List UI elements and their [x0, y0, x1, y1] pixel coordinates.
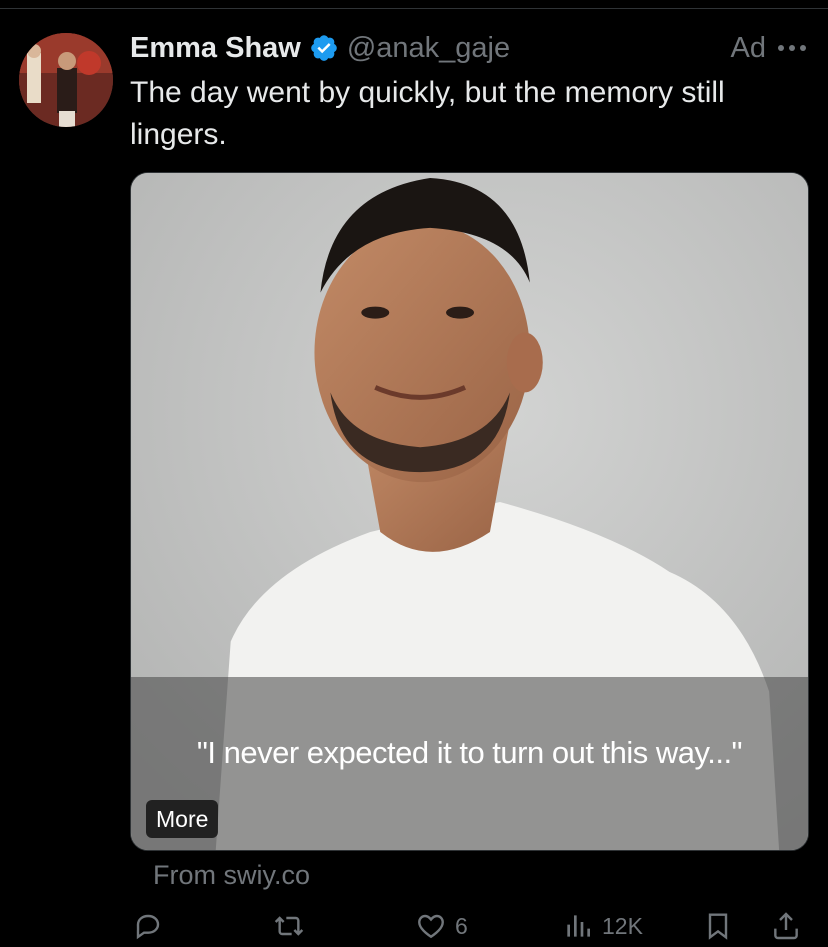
- views-button[interactable]: 12K: [562, 910, 643, 942]
- more-dots-icon[interactable]: [776, 43, 808, 53]
- views-count: 12K: [602, 912, 643, 939]
- action-bar: 6 12K: [130, 910, 810, 947]
- verified-badge-icon: [311, 35, 337, 61]
- tweet-text: The day went by quickly, but the memory …: [130, 76, 725, 151]
- bookmark-icon: [708, 913, 728, 940]
- bookmark-button[interactable]: [702, 910, 734, 942]
- tweet-header: Emma Shaw @anak_gaje Ad: [130, 26, 808, 70]
- tweet[interactable]: Emma Shaw @anak_gaje Ad The day went by …: [0, 0, 828, 947]
- media-card[interactable]: "I never expected it to turn out this wa…: [130, 172, 809, 851]
- avatar-image: [19, 33, 113, 127]
- share-icon: [774, 912, 798, 940]
- retweet-button[interactable]: [273, 910, 305, 942]
- media-caption: "I never expected it to turn out this wa…: [196, 735, 743, 770]
- share-button[interactable]: [770, 910, 802, 942]
- author-handle[interactable]: @anak_gaje: [347, 32, 510, 65]
- header-right: Ad: [731, 32, 808, 65]
- like-button[interactable]: 6: [415, 910, 468, 942]
- like-count: 6: [455, 912, 468, 939]
- source-link[interactable]: From swiy.co: [153, 860, 310, 891]
- reply-button[interactable]: [132, 910, 164, 942]
- views-chart-icon: [567, 915, 590, 937]
- retweet-icon: [274, 916, 304, 936]
- avatar[interactable]: [19, 33, 113, 127]
- author-name[interactable]: Emma Shaw: [130, 32, 301, 65]
- heart-icon: [418, 914, 444, 939]
- reply-icon: [136, 914, 160, 940]
- more-button[interactable]: More: [146, 800, 219, 838]
- ad-label: Ad: [730, 31, 766, 64]
